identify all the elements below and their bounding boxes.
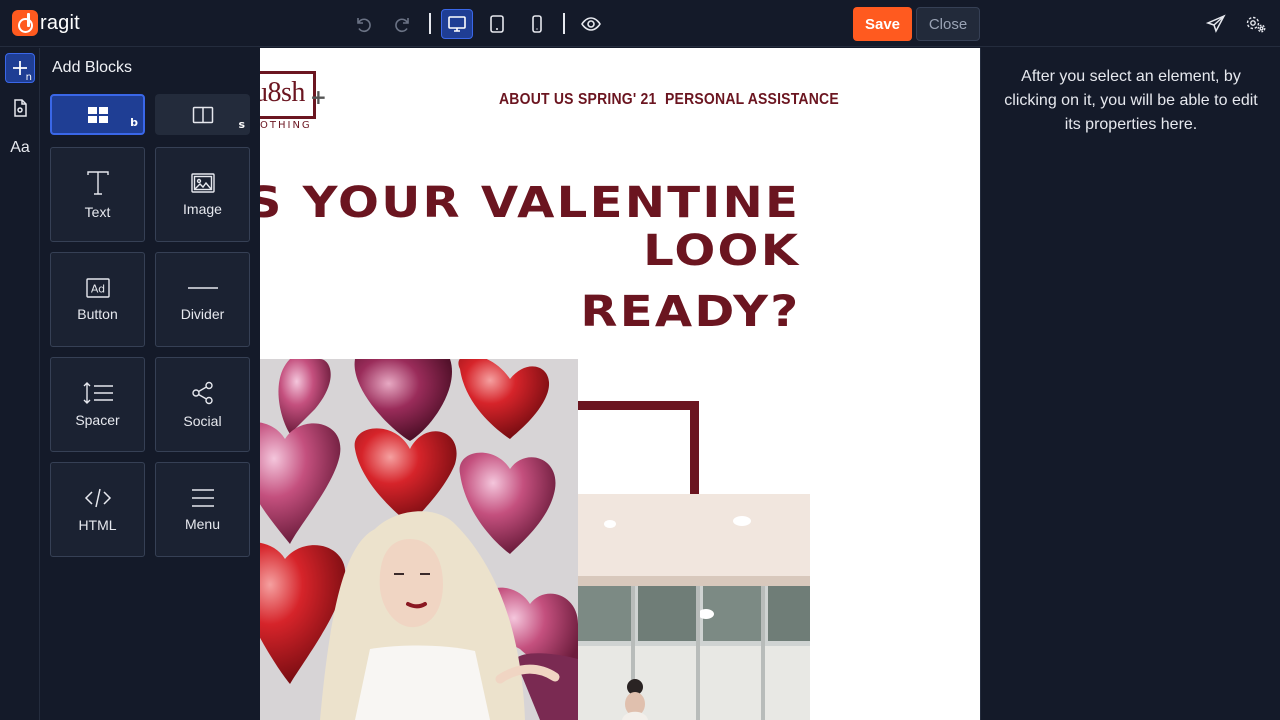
send-icon (1206, 14, 1226, 33)
ad-icon: Ad (85, 277, 110, 298)
nav-link-assistance[interactable]: PERSONAL ASSISTANCE (665, 89, 839, 107)
block-social[interactable]: Social (155, 357, 250, 452)
properties-panel: After you select an element, by clicking… (980, 48, 1280, 720)
code-icon (84, 488, 111, 507)
divider-icon (187, 286, 218, 289)
menu-icon (191, 488, 214, 507)
block-divider[interactable]: Divider (155, 252, 250, 347)
mobile-icon (532, 15, 542, 33)
headline-line-2[interactable]: LOOK (643, 226, 800, 276)
mobile-view-button[interactable] (524, 11, 550, 37)
add-blocks-panel: Add Blocks b s Text Image Ad Button Divi… (40, 48, 260, 720)
brand-name: u8sh (260, 77, 307, 109)
nav-link-about[interactable]: ABOUT US (499, 89, 574, 107)
desktop-view-button[interactable] (441, 9, 473, 39)
secondary-image[interactable] (578, 494, 810, 720)
share-icon (191, 381, 213, 404)
balloons-illustration (260, 359, 578, 720)
brand-logo[interactable]: u8sh OTHING + (260, 71, 328, 131)
block-spacer[interactable]: Spacer (50, 357, 145, 452)
hero-image[interactable] (260, 359, 578, 720)
panel-title: Add Blocks (52, 59, 133, 76)
add-blocks-button[interactable]: n (5, 53, 35, 83)
plus-icon: + (310, 85, 327, 109)
image-icon (190, 172, 215, 193)
tablet-icon (490, 15, 504, 33)
properties-hint: After you select an element, by clicking… (1004, 68, 1258, 133)
undo-button[interactable] (350, 11, 376, 37)
brand-tagline: OTHING (260, 120, 314, 131)
redo-button[interactable] (390, 11, 416, 37)
text-icon (86, 170, 109, 195)
settings-icon (1246, 16, 1266, 33)
top-bar: ragit Save Close (0, 0, 1280, 47)
settings-button[interactable] (1243, 11, 1269, 37)
ad-icon-text: Ad (90, 282, 104, 295)
columns-icon (192, 106, 213, 123)
app-logo[interactable]: ragit (12, 10, 80, 36)
redo-icon (395, 18, 409, 33)
nav-link-spring[interactable]: SPRING' 21 (578, 89, 656, 107)
left-rail: n Aa (0, 48, 40, 720)
typography-button[interactable]: Aa (5, 133, 35, 163)
interior-illustration (578, 494, 810, 720)
send-button[interactable] (1203, 11, 1229, 37)
spacer-icon (83, 381, 113, 404)
shortcut-key: s (238, 118, 245, 131)
grid-icon (87, 106, 108, 123)
preview-button[interactable] (578, 11, 604, 37)
block-button[interactable]: Ad Button (50, 252, 145, 347)
tab-sections[interactable]: s (155, 94, 250, 135)
toolbar-divider (563, 13, 565, 34)
headline-line-3[interactable]: READY? (580, 287, 800, 337)
toolbar-divider (429, 13, 431, 34)
desktop-icon (448, 16, 466, 32)
block-menu[interactable]: Menu (155, 462, 250, 557)
block-html[interactable]: HTML (50, 462, 145, 557)
shortcut-key: n (25, 72, 32, 83)
block-image[interactable]: Image (155, 147, 250, 242)
document-icon (14, 99, 27, 117)
app-name: ragit (40, 11, 80, 34)
eye-icon (581, 17, 601, 31)
logo-icon (12, 10, 38, 36)
tablet-view-button[interactable] (484, 11, 510, 37)
undo-icon (357, 18, 371, 33)
block-text[interactable]: Text (50, 147, 145, 242)
headline-line-1[interactable]: S YOUR VALENTINE (260, 178, 800, 228)
document-settings-button[interactable] (5, 93, 35, 123)
save-button[interactable]: Save (853, 7, 912, 41)
decorative-frame (578, 401, 699, 494)
close-button[interactable]: Close (916, 7, 980, 41)
shortcut-key: b (130, 116, 138, 129)
email-canvas[interactable]: u8sh OTHING + ABOUT US SPRING' 21 PERSON… (260, 48, 980, 720)
tab-blocks[interactable]: b (50, 94, 145, 135)
